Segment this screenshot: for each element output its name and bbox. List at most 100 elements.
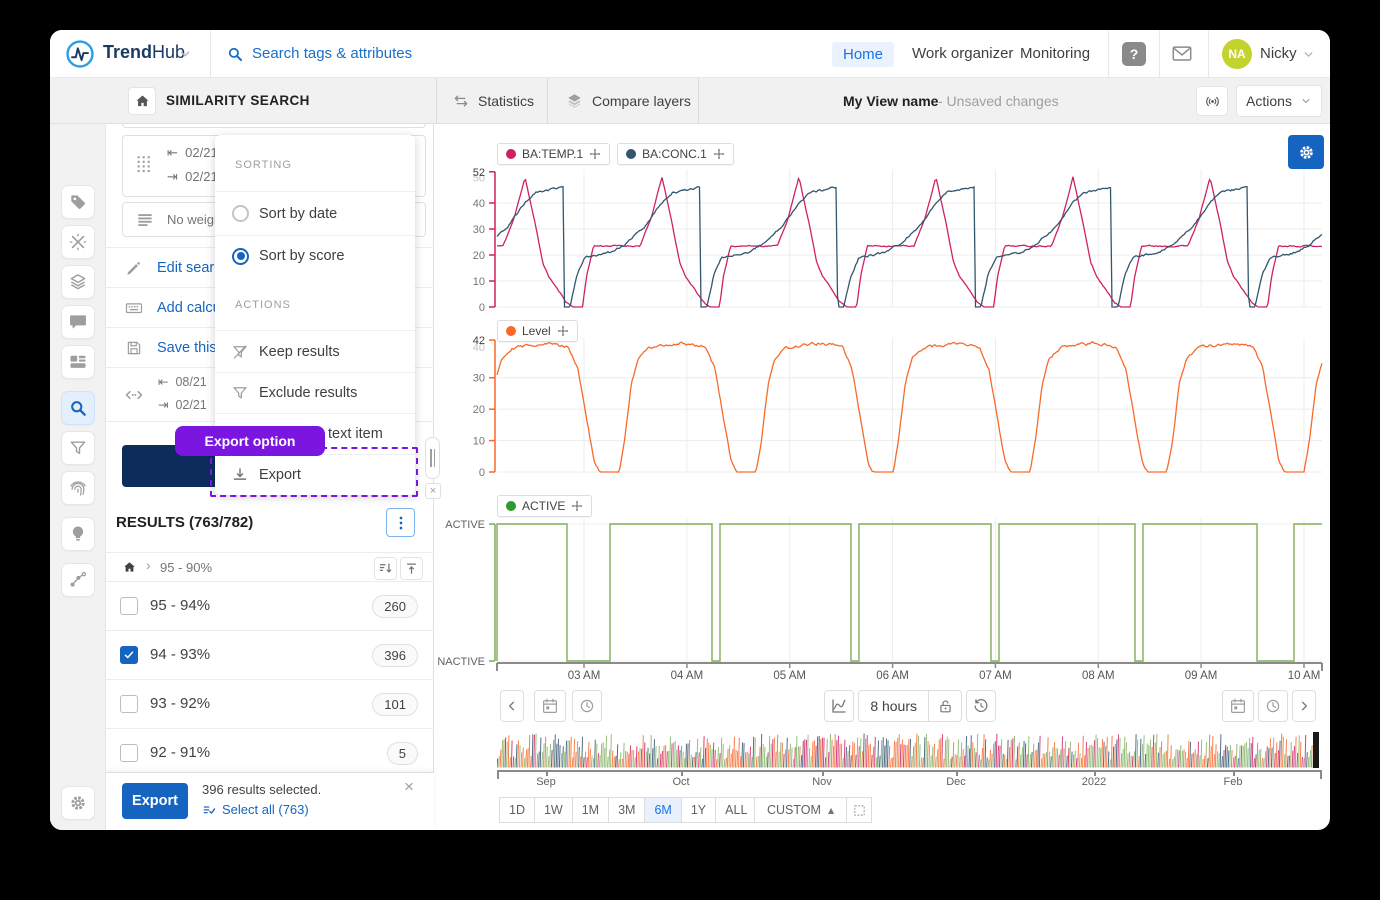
rail-search-button[interactable]: [61, 391, 95, 425]
legend-chip-BA:TEMP.1[interactable]: BA:TEMP.1: [497, 143, 610, 165]
chart2-level[interactable]: 01020304042: [437, 333, 1324, 485]
help-button[interactable]: ?: [1122, 42, 1146, 66]
overview-month-label: Oct: [672, 776, 689, 788]
messages-envelope-icon[interactable]: [1171, 43, 1193, 65]
range-button-1d[interactable]: 1D: [499, 797, 535, 823]
range-button-1y[interactable]: 1Y: [681, 797, 716, 823]
start-time-button[interactable]: [572, 690, 602, 722]
panel-collapse-button[interactable]: ×: [425, 483, 441, 499]
user-name[interactable]: Nicky: [1260, 30, 1297, 78]
brand-chevron-down-icon[interactable]: [178, 47, 192, 61]
toolbar-divider: [547, 78, 548, 124]
row-checkbox[interactable]: [120, 597, 138, 615]
move-icon[interactable]: [571, 500, 583, 512]
overview-strip[interactable]: [497, 732, 1322, 775]
home-button[interactable]: [128, 87, 156, 115]
select-all-link[interactable]: Select all (763): [222, 802, 309, 817]
top-bar: TrendHub HomeWork organizerMonitoring ? …: [50, 30, 1330, 78]
legend-chip-BA:CONC.1[interactable]: BA:CONC.1: [617, 143, 734, 165]
range-button-6m[interactable]: 6M: [644, 797, 681, 823]
rail-fingerprint-button[interactable]: [61, 471, 95, 505]
export-button[interactable]: Export: [122, 783, 188, 819]
result-row[interactable]: 94 - 93% 396: [106, 631, 434, 680]
exceedance-button[interactable]: [824, 690, 854, 722]
menu-item-exclude-results[interactable]: Exclude results: [215, 372, 415, 413]
topbar-divider: [210, 30, 211, 78]
legend-chip-ACTIVE[interactable]: ACTIVE: [497, 495, 592, 517]
end-time-button[interactable]: [1258, 690, 1288, 722]
weight-lines-icon: [135, 210, 155, 230]
radio-selected[interactable]: [232, 248, 249, 265]
sort-descending-button[interactable]: [374, 557, 397, 580]
nav-item-work-organizer[interactable]: Work organizer: [912, 30, 1013, 78]
row-checkbox[interactable]: [120, 695, 138, 713]
save-icon: [125, 339, 143, 357]
lock-open-icon[interactable]: [929, 698, 961, 715]
rail-lightbulb-button[interactable]: [61, 517, 95, 551]
rail-node-graph-button[interactable]: [61, 563, 95, 597]
chart1-temp-conc[interactable]: 0102030405052: [437, 165, 1324, 320]
chart3-legend: ACTIVE: [497, 495, 592, 517]
move-icon[interactable]: [713, 148, 725, 160]
user-avatar[interactable]: NA: [1222, 39, 1252, 69]
view-name[interactable]: My View name: [843, 78, 938, 124]
legend-label: Level: [522, 324, 551, 338]
panel-resize-handle[interactable]: [425, 437, 440, 479]
menu-item-keep-results[interactable]: Keep results: [215, 330, 415, 372]
live-mode-button[interactable]: [1196, 86, 1228, 116]
rail-layers-button[interactable]: [61, 265, 95, 299]
custom-range-button[interactable]: CUSTOM ▲: [754, 797, 847, 823]
move-icon[interactable]: [557, 325, 569, 337]
result-row[interactable]: 95 - 94% 260: [106, 582, 434, 631]
compare-layers-icon: [565, 92, 584, 111]
nav-item-monitoring[interactable]: Monitoring: [1020, 30, 1090, 78]
time-axis-tick-label: 07 AM: [963, 670, 1027, 682]
brand-logo-icon[interactable]: [65, 39, 95, 69]
end-date-button[interactable]: [1222, 690, 1254, 722]
compare-layers-button[interactable]: Compare layers: [565, 78, 691, 124]
range-button-1w[interactable]: 1W: [534, 797, 573, 823]
rail-dashboard-button[interactable]: [61, 345, 95, 379]
footer-close-icon[interactable]: ×: [404, 777, 414, 797]
search-icon: [226, 45, 244, 63]
menu-item-sort-by-date[interactable]: Sort by date: [215, 191, 415, 235]
overview-month-label: Feb: [1224, 776, 1243, 788]
radio-unselected[interactable]: [232, 205, 249, 222]
legend-chip-Level[interactable]: Level: [497, 320, 578, 342]
search-input[interactable]: [250, 30, 670, 77]
chart3-active[interactable]: ACTIVEINACTIVE: [437, 490, 1324, 677]
result-row[interactable]: 92 - 91% 5: [106, 729, 434, 778]
chart-settings-button[interactable]: [1288, 135, 1324, 169]
row-label: 93 - 92%: [150, 695, 210, 712]
row-checkbox[interactable]: [120, 744, 138, 762]
rail-magic-tools-button[interactable]: [61, 225, 95, 259]
overview-axis[interactable]: [497, 770, 1322, 772]
overview-month-label: Sep: [536, 776, 556, 788]
user-chevron-down-icon[interactable]: [1302, 48, 1315, 61]
breadcrumb-home-icon[interactable]: [122, 560, 137, 575]
statistics-button[interactable]: Statistics: [452, 78, 534, 124]
rail-funnel-button[interactable]: [61, 431, 95, 465]
custom-range-select-button[interactable]: [846, 797, 872, 823]
rail-tag-button[interactable]: [61, 185, 95, 219]
rail-comment-button[interactable]: [61, 305, 95, 339]
move-icon[interactable]: [589, 148, 601, 160]
pan-right-button[interactable]: [1292, 690, 1316, 722]
range-button-1m[interactable]: 1M: [572, 797, 609, 823]
actions-button[interactable]: Actions: [1236, 85, 1322, 117]
results-menu-kebab-button[interactable]: [386, 508, 415, 537]
nav-item-home[interactable]: Home: [832, 30, 912, 78]
range-button-all[interactable]: ALL: [715, 797, 757, 823]
duration-control[interactable]: 8 hours: [858, 690, 962, 722]
pan-left-button[interactable]: [500, 690, 524, 722]
history-button[interactable]: [966, 690, 996, 722]
menu-item-sort-by-score[interactable]: Sort by score: [215, 235, 415, 276]
row-checkbox[interactable]: [120, 646, 138, 664]
collapse-to-top-button[interactable]: [400, 557, 423, 580]
overview-axis-end-tick: [497, 770, 499, 779]
node-graph-icon: [68, 570, 88, 590]
result-row[interactable]: 93 - 92% 101: [106, 680, 434, 729]
range-button-3m[interactable]: 3M: [608, 797, 645, 823]
rail-settings-button[interactable]: [61, 786, 95, 820]
start-date-button[interactable]: [534, 690, 566, 722]
